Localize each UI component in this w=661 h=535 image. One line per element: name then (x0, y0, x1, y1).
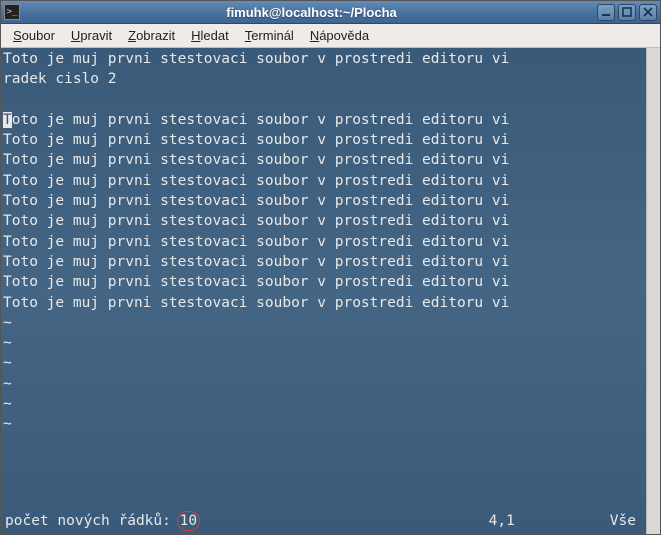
maximize-button[interactable] (618, 4, 636, 21)
minimize-button[interactable] (597, 4, 615, 21)
empty-line-tilde: ~ (3, 414, 644, 434)
scrollbar[interactable] (646, 48, 660, 534)
empty-line-tilde: ~ (3, 374, 644, 394)
empty-line-tilde: ~ (3, 313, 644, 333)
buffer-line: Toto je muj prvni stestovaci soubor v pr… (3, 130, 644, 150)
empty-line-tilde: ~ (3, 353, 644, 373)
close-button[interactable] (639, 4, 657, 21)
menu-terminal[interactable]: Terminál (237, 25, 302, 46)
menu-view[interactable]: Zobrazit (120, 25, 183, 46)
status-position: 4,1 (489, 511, 515, 531)
terminal-area[interactable]: Toto je muj prvni stestovaci soubor v pr… (1, 48, 660, 534)
titlebar[interactable]: >_ fimuhk@localhost:~/Plocha (1, 1, 660, 24)
terminal-window: >_ fimuhk@localhost:~/Plocha Soubor Upra… (0, 0, 661, 535)
window-title: fimuhk@localhost:~/Plocha (26, 5, 597, 20)
buffer-line: Toto je muj prvni stestovaci soubor v pr… (3, 232, 644, 252)
terminal-app-icon: >_ (4, 4, 20, 20)
buffer-line: Toto je muj prvni stestovaci soubor v pr… (3, 191, 644, 211)
buffer-line: Toto je muj prvni stestovaci soubor v pr… (3, 110, 644, 130)
buffer-line: Toto je muj prvni stestovaci soubor v pr… (3, 252, 644, 272)
buffer-line: Toto je muj prvni stestovaci soubor v pr… (3, 171, 644, 191)
buffer-line: radek cislo 2 (3, 69, 644, 89)
status-message: počet nových řádků: 10 (5, 511, 197, 531)
menu-help[interactable]: Nápověda (302, 25, 377, 46)
empty-line-tilde: ~ (3, 333, 644, 353)
buffer-line: Toto je muj prvni stestovaci soubor v pr… (3, 272, 644, 292)
menubar: Soubor Upravit Zobrazit Hledat Terminál … (1, 24, 660, 48)
menu-file[interactable]: Soubor (5, 25, 63, 46)
menu-search[interactable]: Hledat (183, 25, 237, 46)
buffer-line: Toto je muj prvni stestovaci soubor v pr… (3, 293, 644, 313)
cursor: T (3, 112, 12, 128)
status-scroll: Vše (610, 511, 642, 531)
status-count-highlighted: 10 (180, 513, 197, 529)
vi-buffer: Toto je muj prvni stestovaci soubor v pr… (3, 49, 644, 511)
buffer-line: Toto je muj prvni stestovaci soubor v pr… (3, 211, 644, 231)
buffer-line: Toto je muj prvni stestovaci soubor v pr… (3, 49, 644, 69)
empty-line-tilde: ~ (3, 394, 644, 414)
menu-edit[interactable]: Upravit (63, 25, 120, 46)
window-controls (597, 4, 657, 21)
vi-status-line: počet nových řádků: 10 4,1 Vše (3, 511, 644, 533)
buffer-line: Toto je muj prvni stestovaci soubor v pr… (3, 150, 644, 170)
buffer-line (3, 90, 644, 110)
